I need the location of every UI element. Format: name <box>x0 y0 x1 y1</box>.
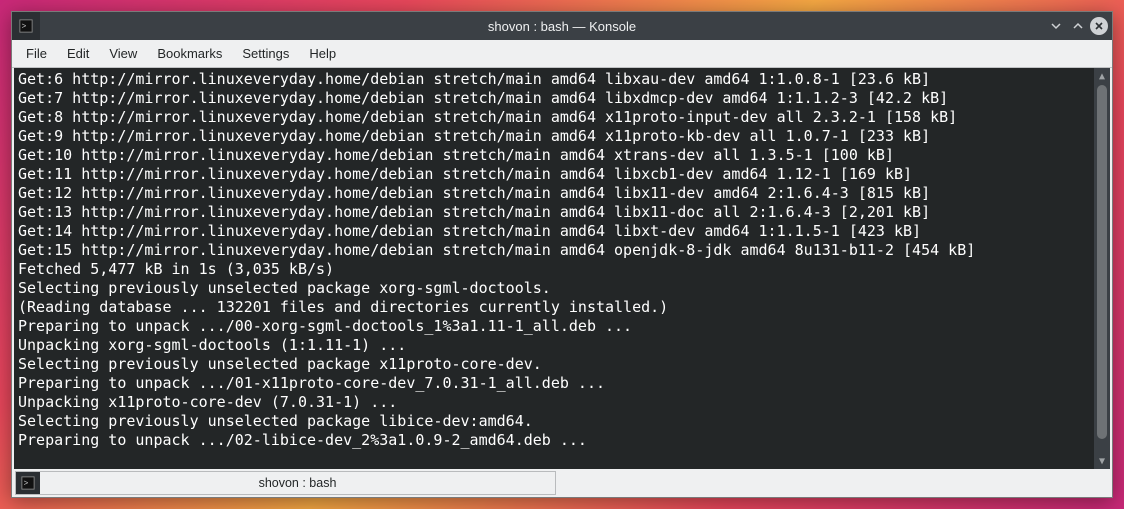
svg-text:>: > <box>22 22 27 31</box>
chevron-up-icon <box>1072 20 1084 32</box>
session-tab[interactable]: > shovon : bash <box>15 471 556 495</box>
terminal-area[interactable]: Get:6 http://mirror.linuxeveryday.home/d… <box>14 68 1110 469</box>
session-tab-label: shovon : bash <box>40 476 555 490</box>
scroll-up-icon[interactable]: ▲ <box>1094 68 1110 84</box>
chevron-down-icon <box>1050 20 1062 32</box>
window-controls <box>1046 16 1112 36</box>
menu-bookmarks[interactable]: Bookmarks <box>147 42 232 65</box>
terminal-output[interactable]: Get:6 http://mirror.linuxeveryday.home/d… <box>14 68 1094 469</box>
menubar: File Edit View Bookmarks Settings Help <box>12 40 1112 68</box>
terminal-icon: > <box>16 472 40 494</box>
app-icon: > <box>12 12 40 40</box>
maximize-button[interactable] <box>1068 16 1088 36</box>
svg-text:>: > <box>24 479 29 488</box>
close-button[interactable] <box>1090 17 1108 35</box>
statusbar: > shovon : bash <box>12 469 1112 497</box>
titlebar[interactable]: > shovon : bash — Konsole <box>12 12 1112 40</box>
menu-file[interactable]: File <box>16 42 57 65</box>
scroll-thumb[interactable] <box>1097 85 1107 439</box>
scrollbar[interactable]: ▲ ▼ <box>1094 68 1110 469</box>
menu-view[interactable]: View <box>99 42 147 65</box>
menu-edit[interactable]: Edit <box>57 42 99 65</box>
window-title: shovon : bash — Konsole <box>12 19 1112 34</box>
close-icon <box>1094 21 1104 31</box>
konsole-window: > shovon : bash — Konsole File Edit View… <box>11 11 1113 498</box>
menu-settings[interactable]: Settings <box>232 42 299 65</box>
minimize-button[interactable] <box>1046 16 1066 36</box>
scroll-down-icon[interactable]: ▼ <box>1094 453 1110 469</box>
menu-help[interactable]: Help <box>299 42 346 65</box>
